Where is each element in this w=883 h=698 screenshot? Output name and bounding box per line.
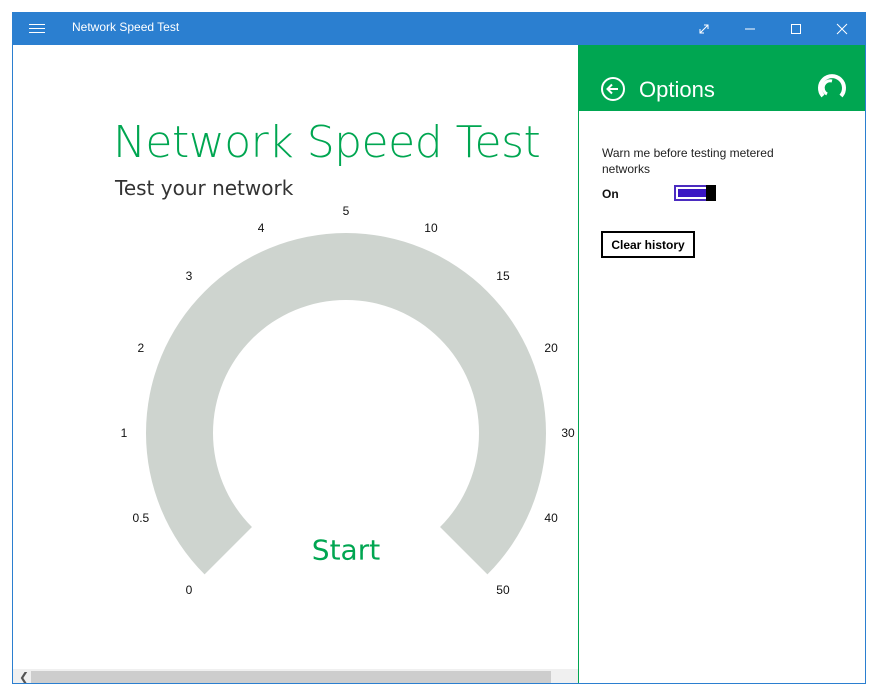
gauge-tick-label: 5: [342, 204, 350, 218]
maximize-icon[interactable]: [773, 13, 819, 45]
gauge-tick-label: 3: [185, 269, 193, 284]
back-arrow-icon[interactable]: [600, 76, 626, 106]
gauge-tick-label: 2: [137, 341, 145, 356]
metered-warning-toggle[interactable]: [674, 185, 716, 201]
metered-warning-label: Warn me before testing metered networks: [602, 146, 774, 176]
title-bar: Network Speed Test: [13, 13, 865, 45]
speedometer-logo-icon: [817, 71, 847, 105]
gauge-tick-label: 30: [561, 426, 575, 440]
options-title: Options: [639, 77, 715, 102]
gauge-tick-label: 4: [257, 220, 265, 235]
hamburger-icon[interactable]: [29, 21, 45, 37]
gauge-tick-label: 40: [544, 510, 558, 525]
expand-diagonal-icon[interactable]: [681, 13, 727, 45]
speed-gauge: [146, 233, 546, 575]
start-button[interactable]: Start: [312, 534, 380, 567]
toggle-knob[interactable]: [706, 185, 716, 201]
gauge-tick-label: 1: [120, 426, 128, 440]
scroll-left-icon[interactable]: ❮: [17, 669, 31, 683]
gauge-tick-label: 0.5: [132, 510, 150, 525]
window-title: Network Speed Test: [72, 20, 180, 34]
main-content: Network Speed Test Test your network 0 0.…: [13, 45, 578, 669]
gauge-tick-label: 15: [496, 269, 510, 284]
options-panel: Options Warn me before testing metered n…: [578, 45, 865, 683]
options-header: Options: [579, 45, 865, 111]
app-window: Network Speed Test Network Speed Test Te…: [12, 12, 866, 684]
toggle-fill: [678, 189, 706, 197]
clear-history-button[interactable]: Clear history: [601, 231, 695, 258]
close-icon[interactable]: [819, 13, 865, 45]
gauge-tick-label: 50: [496, 582, 510, 597]
gauge-tick-label: 0: [185, 582, 193, 597]
scrollbar-thumb[interactable]: [31, 671, 551, 683]
horizontal-scrollbar[interactable]: ❮: [13, 669, 578, 683]
toggle-state-label: On: [602, 187, 619, 201]
gauge-tick-label: 20: [544, 341, 558, 356]
minimize-icon[interactable]: [727, 13, 773, 45]
gauge-tick-label: 10: [424, 220, 438, 235]
gauge-arc: [146, 233, 546, 575]
